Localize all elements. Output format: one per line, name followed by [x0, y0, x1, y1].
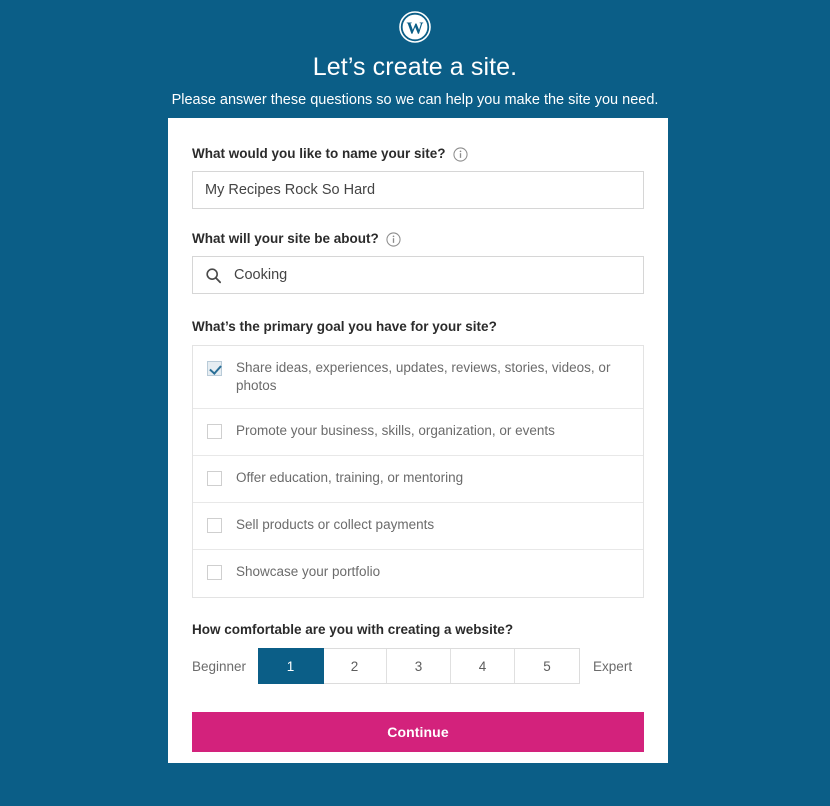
site-name-group: What would you like to name your site? M… [192, 146, 644, 210]
rating-cell-1[interactable]: 1 [259, 649, 324, 684]
comfort-rating-row: Beginner 1 2 3 4 5 Expert [192, 648, 644, 685]
comfort-rating-scale: 1 2 3 4 5 [258, 648, 581, 685]
goal-option-label: Promote your business, skills, organizat… [236, 423, 555, 438]
comfort-beginner-label: Beginner [192, 658, 247, 674]
page-header: W Let’s create a site. Please answer the… [0, 0, 830, 109]
goal-option-label: Offer education, training, or mentoring [236, 470, 464, 485]
continue-button[interactable]: Continue [192, 712, 644, 753]
info-circle-icon[interactable] [452, 147, 468, 162]
goal-checkbox[interactable] [207, 360, 222, 376]
goal-option-row[interactable]: Showcase your portfolio [193, 550, 643, 597]
page-title: Let’s create a site. [312, 53, 518, 81]
site-name-value: My Recipes Rock So Hard [205, 181, 376, 198]
comfort-label-text: How comfortable are you with creating a … [192, 622, 514, 637]
goal-option-label: Sell products or collect payments [236, 517, 435, 532]
site-topic-group: What will your site be about? Cooking [192, 231, 644, 295]
site-name-input[interactable]: My Recipes Rock So Hard [192, 171, 644, 210]
goal-option-row[interactable]: Offer education, training, or mentoring [193, 456, 643, 503]
svg-text:W: W [407, 18, 424, 37]
rating-cell-2[interactable]: 2 [323, 649, 388, 684]
page-subtitle: Please answer these questions so we can … [171, 91, 659, 108]
rating-cell-4[interactable]: 4 [451, 649, 516, 684]
site-topic-input[interactable]: Cooking [192, 256, 644, 295]
site-name-label: What would you like to name your site? [192, 146, 644, 162]
primary-goal-label-text: What’s the primary goal you have for you… [192, 319, 497, 335]
goal-option-row[interactable]: Sell products or collect payments [193, 503, 643, 550]
rating-cell-5[interactable]: 5 [515, 649, 580, 684]
goal-option-row[interactable]: Share ideas, experiences, updates, revie… [193, 345, 643, 409]
site-topic-label: What will your site be about? [192, 231, 644, 247]
goal-checkbox[interactable] [207, 518, 222, 533]
goal-option-label: Showcase your portfolio [236, 564, 381, 579]
primary-goal-label: What’s the primary goal you have for you… [192, 319, 644, 335]
rating-cell-3[interactable]: 3 [387, 649, 452, 684]
goal-checkbox[interactable] [207, 424, 222, 439]
site-topic-label-text: What will your site be about? [192, 231, 379, 247]
search-icon [206, 268, 222, 284]
comfort-group: How comfortable are you with creating a … [192, 622, 644, 685]
goal-option-label: Share ideas, experiences, updates, revie… [236, 359, 611, 393]
setup-card: What would you like to name your site? M… [168, 118, 668, 763]
primary-goal-group: What’s the primary goal you have for you… [192, 319, 644, 598]
site-name-label-text: What would you like to name your site? [192, 146, 446, 161]
goal-checkbox[interactable] [207, 565, 222, 580]
wordpress-logo-icon: W [399, 11, 431, 43]
site-setup-page: W Let’s create a site. Please answer the… [0, 0, 830, 806]
goal-checkbox[interactable] [207, 471, 222, 486]
comfort-expert-label: Expert [593, 658, 633, 674]
comfort-label: How comfortable are you with creating a … [192, 622, 644, 638]
info-circle-icon[interactable] [386, 232, 401, 247]
primary-goal-list: Share ideas, experiences, updates, revie… [192, 344, 644, 598]
site-topic-value: Cooking [234, 267, 288, 284]
goal-option-row[interactable]: Promote your business, skills, organizat… [193, 409, 643, 456]
